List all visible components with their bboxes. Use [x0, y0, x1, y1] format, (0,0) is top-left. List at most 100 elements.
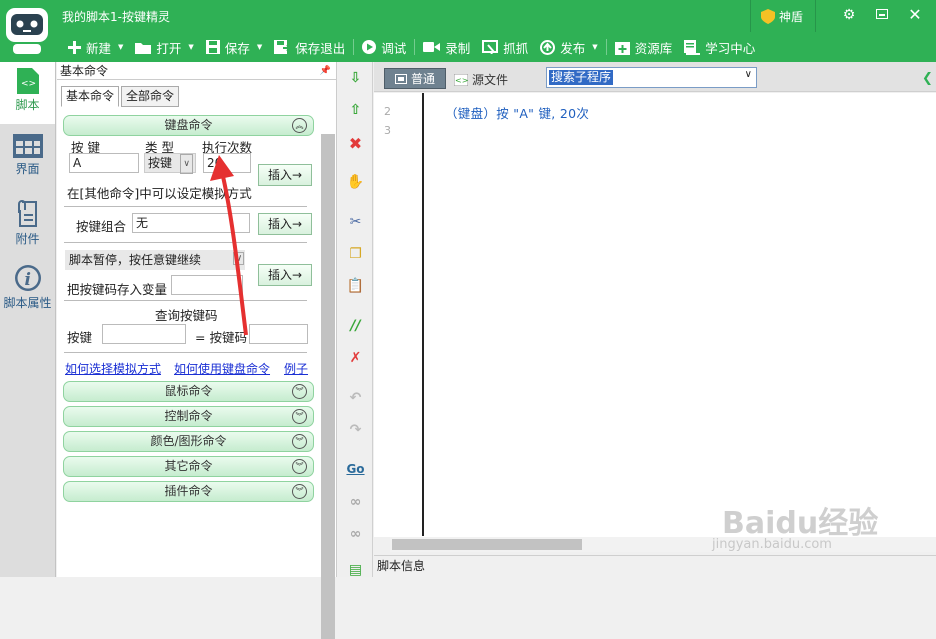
- insert-toolbar: ⇩ ⇧ ✖ ✋ ✂ ❐ 📋 // ✗ ↶ ↷ Go ∞ ∞ ▤: [338, 62, 373, 578]
- source-mode-button[interactable]: <> 源文件: [454, 71, 508, 88]
- nav-item-properties[interactable]: i 脚本属性: [0, 258, 55, 320]
- normal-mode-button[interactable]: 普通: [384, 68, 446, 89]
- uncomment-icon[interactable]: ✗: [338, 350, 373, 366]
- learning-label: 学习中心: [705, 40, 756, 56]
- chevron-down-icon[interactable]: ∨: [180, 154, 193, 174]
- nav-item-ui[interactable]: 界面: [0, 128, 55, 190]
- toolbar-divider: [605, 39, 607, 55]
- nav-item-script[interactable]: <> 脚本: [0, 62, 55, 124]
- chevron-down-icon[interactable]: ︾: [292, 484, 307, 499]
- redo-icon[interactable]: ↷: [338, 422, 373, 438]
- chevron-down-icon[interactable]: ∨: [233, 252, 245, 265]
- save-var-label: 把按键码存入变量: [67, 282, 168, 297]
- minimize-button[interactable]: [873, 7, 891, 23]
- insert-combo-button[interactable]: 插入→: [258, 213, 312, 235]
- replace-icon[interactable]: ∞: [338, 526, 373, 542]
- chevron-down-icon[interactable]: ︾: [292, 459, 307, 474]
- save-var-input[interactable]: [171, 275, 243, 295]
- nav-item-attachments[interactable]: 附件: [0, 194, 55, 256]
- link-keyboard-usage[interactable]: 如何使用键盘命令: [174, 360, 270, 377]
- new-button[interactable]: 新建 ▼: [62, 38, 129, 57]
- code-editor[interactable]: 2 3 （键盘）按 "A" 键, 20次: [374, 93, 936, 537]
- find-icon[interactable]: ∞: [338, 494, 373, 510]
- delete-icon[interactable]: ✖: [338, 134, 373, 153]
- code-line[interactable]: （键盘）按 "A" 键, 20次: [445, 103, 589, 122]
- editor-margin-line: [422, 93, 424, 536]
- resources-label: 资源库: [634, 40, 673, 56]
- subroutine-search-select[interactable]: 搜索子程序 ∨: [546, 67, 757, 88]
- script-file-icon: <>: [16, 68, 39, 94]
- title-bar: 我的脚本1-按键精灵 神盾 ⚙ ✕ 新建 ▼ 打开 ▼ 保存 ▼ 保存退出 调试 录制…: [0, 0, 936, 62]
- save-exit-button[interactable]: 保存退出: [268, 38, 351, 57]
- publish-button[interactable]: 发布 ▼: [534, 38, 603, 57]
- chevron-down-icon[interactable]: ︾: [292, 434, 307, 449]
- nav-script-label: 脚本: [15, 98, 40, 112]
- link-example[interactable]: 例子: [284, 360, 308, 377]
- copy-icon[interactable]: ❐: [338, 246, 373, 262]
- script-info-icon[interactable]: ▤: [338, 562, 373, 578]
- section-label: 鼠标命令: [164, 384, 213, 398]
- line-number: 3: [384, 124, 391, 137]
- subroutine-select-value: 搜索子程序: [549, 70, 614, 85]
- dropdown-arrow-icon[interactable]: ▼: [592, 43, 597, 51]
- move-down-icon[interactable]: ⇩: [338, 70, 373, 86]
- tab-basic-commands[interactable]: 基本命令: [61, 86, 120, 107]
- close-button[interactable]: ✕: [906, 5, 924, 24]
- link-simulation-mode[interactable]: 如何选择模拟方式: [65, 360, 161, 377]
- mouse-commands-header[interactable]: 鼠标命令 ︾: [63, 381, 314, 402]
- hand-icon[interactable]: ✋: [338, 174, 373, 190]
- capture-button[interactable]: 抓抓: [476, 38, 534, 57]
- insert-key-button[interactable]: 插入→: [258, 164, 312, 186]
- cut-icon[interactable]: ✂: [338, 214, 373, 230]
- shield-button[interactable]: 神盾: [750, 0, 816, 32]
- svg-text:i: i: [24, 270, 30, 290]
- settings-gear-icon[interactable]: ⚙: [840, 7, 858, 23]
- panel-scrollbar[interactable]: [321, 134, 335, 639]
- combo-input[interactable]: 无: [132, 213, 250, 233]
- tab-all-commands[interactable]: 全部命令: [121, 86, 180, 107]
- type-select[interactable]: 按键 ∨: [144, 153, 196, 174]
- section-label: 控制命令: [164, 409, 213, 423]
- debug-button[interactable]: 调试: [356, 38, 412, 57]
- left-nav: <> 脚本 界面 附件 i 脚本属性: [0, 62, 56, 577]
- undo-icon[interactable]: ↶: [338, 390, 373, 406]
- book-icon: [684, 39, 701, 55]
- chevron-up-icon[interactable]: ︽: [292, 118, 307, 133]
- divider: [64, 300, 307, 301]
- learning-center-button[interactable]: 学习中心: [678, 38, 761, 57]
- keyboard-commands-header[interactable]: 键盘命令 ︽: [63, 115, 314, 136]
- query-code-input[interactable]: [249, 324, 308, 344]
- open-button[interactable]: 打开 ▼: [129, 38, 199, 57]
- goto-icon[interactable]: Go: [338, 462, 373, 476]
- comment-icon[interactable]: //: [338, 318, 373, 334]
- other-commands-header[interactable]: 其它命令 ︾: [63, 456, 314, 477]
- key-input[interactable]: A: [69, 153, 139, 173]
- editor-hscroll-thumb[interactable]: [392, 539, 582, 550]
- chevron-down-icon[interactable]: ︾: [292, 409, 307, 424]
- color-graphics-commands-header[interactable]: 颜色/图形命令 ︾: [63, 431, 314, 452]
- collapse-left-icon[interactable]: ❮: [922, 71, 933, 86]
- chevron-down-icon[interactable]: ︾: [292, 384, 307, 399]
- save-button[interactable]: 保存 ▼: [200, 38, 268, 57]
- app-logo-icon: [6, 8, 48, 54]
- query-key-input[interactable]: [102, 324, 186, 344]
- dropdown-arrow-icon[interactable]: ▼: [257, 43, 262, 51]
- insert-pause-button[interactable]: 插入→: [258, 264, 312, 286]
- move-up-icon[interactable]: ⇧: [338, 102, 373, 118]
- paste-icon[interactable]: 📋: [338, 278, 373, 294]
- plugin-commands-header[interactable]: 插件命令 ︾: [63, 481, 314, 502]
- control-commands-header[interactable]: 控制命令 ︾: [63, 406, 314, 427]
- source-mode-label: 源文件: [472, 73, 509, 87]
- source-file-icon: <>: [454, 73, 468, 86]
- resources-button[interactable]: 资源库: [609, 38, 679, 57]
- count-input[interactable]: 20: [203, 153, 251, 173]
- chevron-down-icon[interactable]: ∨: [745, 69, 752, 80]
- capture-icon: [482, 40, 499, 54]
- attachment-icon: [17, 200, 37, 227]
- watermark-url: jingyan.baidu.com: [712, 537, 832, 552]
- pause-select[interactable]: 脚本暂停，按任意键继续: [65, 250, 245, 270]
- dropdown-arrow-icon[interactable]: ▼: [188, 43, 193, 51]
- pin-icon[interactable]: 📌: [320, 62, 331, 80]
- dropdown-arrow-icon[interactable]: ▼: [118, 43, 123, 51]
- record-button[interactable]: 录制: [417, 38, 476, 57]
